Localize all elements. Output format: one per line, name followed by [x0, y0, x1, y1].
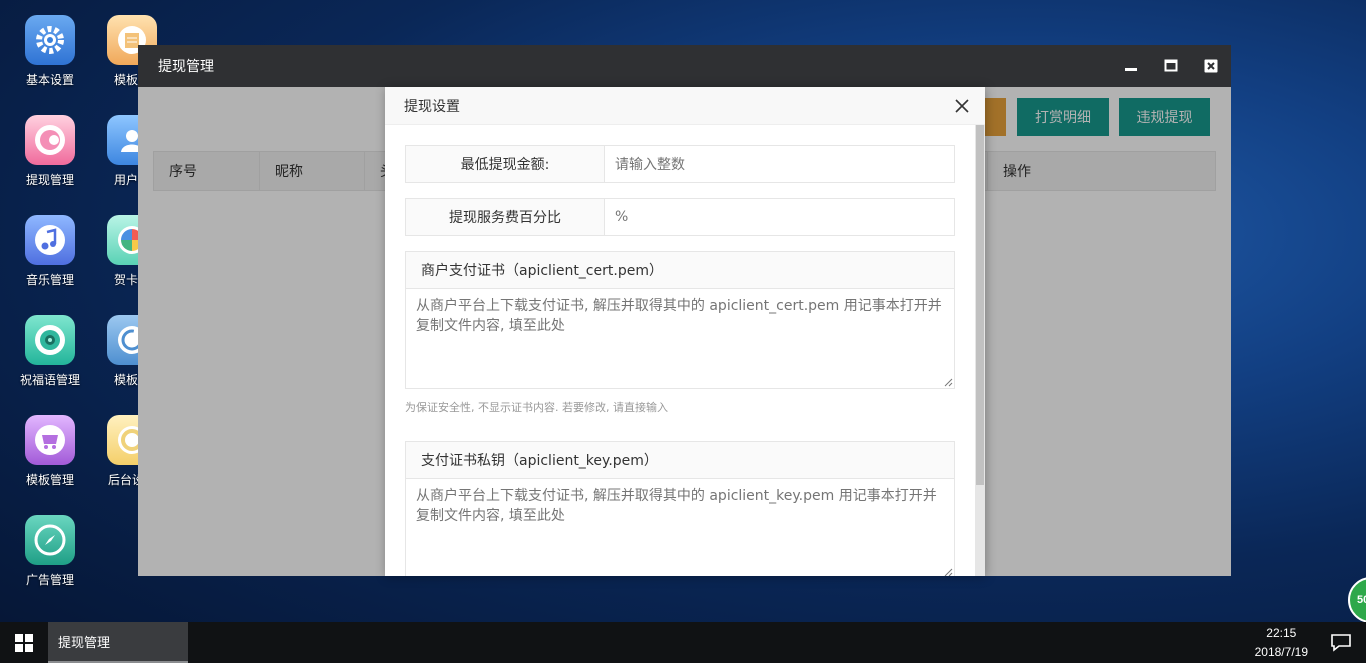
window-titlebar[interactable]: 提现管理 [138, 45, 1231, 87]
key-textarea[interactable]: 从商户平台上下载支付证书, 解压并取得其中的 apiclient_key.pem… [406, 479, 954, 576]
fee-input[interactable]: % [605, 199, 954, 235]
gear-icon [25, 15, 75, 65]
desktop-icon-label: 广告管理 [25, 573, 74, 587]
compass-icon [25, 515, 75, 565]
cert-title: 商户支付证书（apiclient_cert.pem） [406, 252, 954, 289]
camera-icon [25, 315, 75, 365]
dialog-close-icon[interactable] [955, 95, 969, 117]
desktop-icon-basic-settings[interactable]: 基本设置 [10, 15, 90, 88]
desktop-icon-label: 祝福语管理 [19, 373, 80, 387]
security-hint: 为保证安全性, 不显示证书内容. 若要修改, 请直接输入 [405, 401, 668, 414]
min-amount-label: 最低提现金额: [406, 146, 605, 182]
desktop-icon-label: 音乐管理 [25, 273, 74, 287]
fee-row: 提现服务费百分比 % [405, 198, 955, 236]
clock-time: 22:15 [1266, 626, 1297, 640]
dialog-title: 提现设置 [404, 98, 460, 115]
window-controls [1111, 45, 1231, 87]
dialog-scrollbar[interactable] [975, 125, 985, 576]
desktop-icon-label: 基本设置 [25, 73, 74, 87]
taskbar-item-withdraw[interactable]: 提现管理 [48, 622, 188, 663]
desktop-icon-ads[interactable]: 广告管理 [10, 515, 90, 588]
badge-count: 50 [1357, 594, 1366, 606]
resize-grip-icon[interactable] [943, 377, 953, 387]
dialog-header: 提现设置 [385, 87, 985, 125]
floating-badge[interactable]: 50 [1348, 577, 1366, 623]
close-icon[interactable] [1191, 45, 1231, 87]
notification-icon[interactable] [1330, 631, 1352, 658]
key-title: 支付证书私钥（apiclient_key.pem） [406, 442, 954, 479]
start-button[interactable] [0, 622, 48, 663]
taskbar-clock[interactable]: 22:15 2018/7/19 [1255, 624, 1308, 662]
desktop-icon-blessing[interactable]: 祝福语管理 [10, 315, 90, 388]
min-amount-input[interactable]: 请输入整数 [605, 146, 954, 182]
desktop-icon-music[interactable]: 音乐管理 [10, 215, 90, 288]
windows-logo-icon [15, 633, 33, 652]
clock-date: 2018/7/19 [1254, 645, 1308, 659]
taskbar: 提现管理 22:15 2018/7/19 [0, 622, 1366, 663]
desktop-icon-template-manage[interactable]: 模板管理 [10, 415, 90, 488]
dialog-body: 最低提现金额: 请输入整数 提现服务费百分比 % 商户支付证书（apiclien… [385, 125, 975, 576]
scrollbar-thumb[interactable] [976, 125, 984, 485]
resize-grip-icon[interactable] [943, 567, 953, 576]
minimize-icon[interactable] [1111, 45, 1151, 87]
money-bag-icon [25, 115, 75, 165]
cert-textarea[interactable]: 从商户平台上下载支付证书, 解压并取得其中的 apiclient_cert.pe… [406, 289, 954, 388]
cert-placeholder: 从商户平台上下载支付证书, 解压并取得其中的 apiclient_cert.pe… [416, 298, 942, 334]
key-placeholder: 从商户平台上下载支付证书, 解压并取得其中的 apiclient_key.pem… [416, 488, 937, 524]
desktop-icon-withdraw[interactable]: 提现管理 [10, 115, 90, 188]
key-pane: 支付证书私钥（apiclient_key.pem） 从商户平台上下载支付证书, … [405, 441, 955, 576]
maximize-icon[interactable] [1151, 45, 1191, 87]
cert-pane: 商户支付证书（apiclient_cert.pem） 从商户平台上下载支付证书,… [405, 251, 955, 389]
withdraw-settings-dialog: 提现设置 最低提现金额: 请输入整数 提现服务费百分比 % 商户支付证书（api… [385, 87, 985, 576]
music-note-icon [25, 215, 75, 265]
window-title: 提现管理 [158, 59, 214, 75]
cart-icon [25, 415, 75, 465]
desktop-icon-label: 提现管理 [25, 173, 74, 187]
min-amount-row: 最低提现金额: 请输入整数 [405, 145, 955, 183]
fee-label: 提现服务费百分比 [406, 199, 605, 235]
desktop-icon-label: 模板管理 [25, 473, 74, 487]
